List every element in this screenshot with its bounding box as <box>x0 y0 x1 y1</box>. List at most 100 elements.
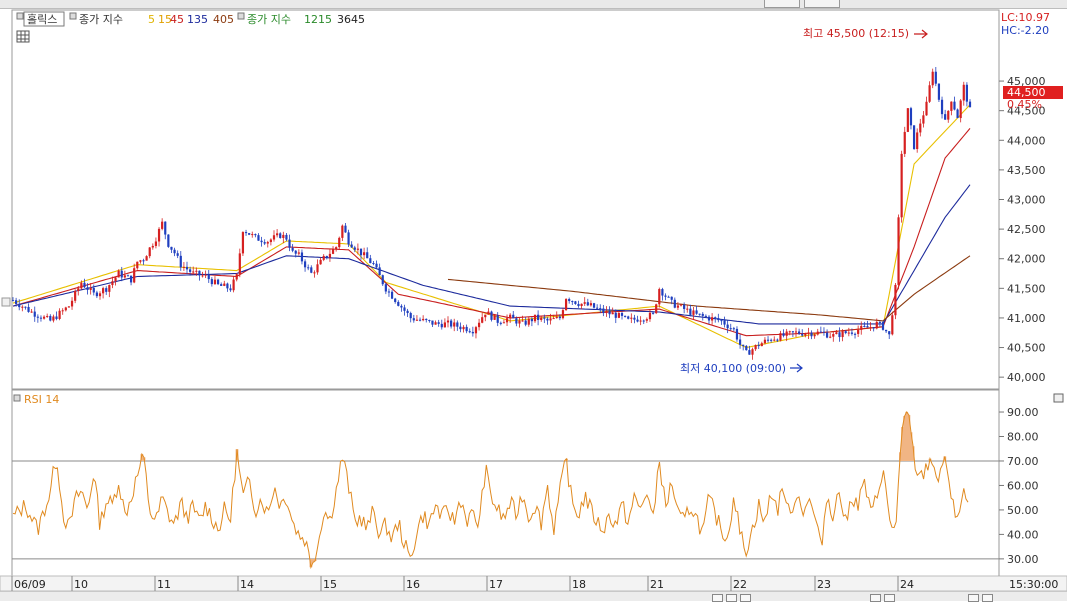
candle-body <box>742 344 745 346</box>
candle-body <box>633 317 636 320</box>
candle-body <box>679 304 683 306</box>
candle-body <box>474 327 478 334</box>
candle-body <box>394 298 397 302</box>
buy-button[interactable] <box>764 0 800 8</box>
candle-body <box>937 83 941 100</box>
candle-body <box>819 331 822 333</box>
toolbar-button[interactable] <box>870 594 881 602</box>
candle-body <box>198 270 201 276</box>
date-tick-label: 16 <box>406 578 420 591</box>
candle-body <box>207 274 210 280</box>
candle-body <box>568 299 571 302</box>
candle-body <box>335 247 338 250</box>
vol-long-period-1: 1215 <box>304 13 332 26</box>
candle-body <box>950 101 953 111</box>
candle-body <box>791 331 794 333</box>
candle-body <box>437 322 440 324</box>
candle-body <box>310 267 313 273</box>
candle-body <box>244 232 248 234</box>
candle-body <box>962 84 965 101</box>
toolbar-button[interactable] <box>712 594 723 602</box>
candle-body <box>409 313 412 319</box>
candle-body <box>928 85 931 102</box>
candle-body <box>692 310 695 315</box>
rsi-panel-menu-icon[interactable] <box>1053 393 1064 403</box>
candle-body <box>235 274 238 280</box>
candle-body <box>456 322 459 327</box>
price-tick-label: 40,000 <box>1007 371 1046 384</box>
candle-body <box>760 343 763 347</box>
candle-body <box>139 260 142 262</box>
candle-body <box>204 274 207 276</box>
rsi-tick-label: 70.00 <box>1007 455 1039 468</box>
candle-body <box>431 320 434 325</box>
candle-body <box>763 339 767 344</box>
candle-body <box>766 339 770 341</box>
candle-body <box>720 320 723 322</box>
candle-body <box>959 100 962 119</box>
candle-body <box>639 320 642 322</box>
price-panel[interactable] <box>11 9 1000 390</box>
candle-body <box>418 319 422 321</box>
candle-body <box>477 322 481 328</box>
hc-label: HC:-2.20 <box>1001 24 1049 37</box>
toolbar-button[interactable] <box>740 594 751 602</box>
candle-body <box>294 250 297 254</box>
grid-toggle-icon[interactable] <box>16 30 30 43</box>
chart-area[interactable]: 홀릭스 종가 지수 5 15 45 135 405 종가 지수 1215 364… <box>0 8 1067 591</box>
candle-body <box>745 345 748 351</box>
candle-body <box>596 307 599 309</box>
candle-body <box>627 316 630 319</box>
toolbar-button[interactable] <box>968 594 979 602</box>
candle-body <box>729 328 732 330</box>
candle-body <box>148 247 151 257</box>
candle-body <box>735 328 739 340</box>
candle-body <box>891 315 894 335</box>
rsi-tick-label: 40.00 <box>1007 528 1039 541</box>
candle-body <box>307 267 310 269</box>
candle-body <box>754 344 757 350</box>
candle-body <box>807 332 810 334</box>
candle-body <box>406 310 409 314</box>
candle-body <box>546 318 549 321</box>
candle-body <box>381 275 384 285</box>
vol-long-period-2: 3645 <box>337 13 365 26</box>
candle-body <box>390 291 394 299</box>
candle-body <box>888 331 891 335</box>
toolbar-button[interactable] <box>982 594 993 602</box>
candle-body <box>129 275 133 283</box>
candle-body <box>24 306 27 308</box>
candle-body <box>282 234 285 238</box>
candle-body <box>89 287 92 290</box>
rsi-tick-label: 30.00 <box>1007 553 1039 566</box>
candle-body <box>894 284 897 316</box>
candle-body <box>655 304 658 314</box>
toolbar-button[interactable] <box>884 594 895 602</box>
candle-body <box>164 221 167 235</box>
candle-body <box>776 339 779 341</box>
candle-body <box>922 115 925 124</box>
candle-body <box>92 287 95 293</box>
candle-body <box>52 316 55 321</box>
legend-box-icon <box>16 12 24 20</box>
candle-body <box>229 288 232 291</box>
candle-body <box>673 299 676 308</box>
rsi-panel[interactable] <box>11 389 1000 577</box>
candle-body <box>331 249 335 254</box>
candle-body <box>297 252 300 254</box>
candle-body <box>446 320 450 323</box>
candle-body <box>279 233 282 238</box>
candle-body <box>102 288 105 294</box>
candle-body <box>552 318 555 320</box>
sell-button[interactable] <box>804 0 840 8</box>
candle-body <box>816 331 819 335</box>
toolbar-button[interactable] <box>726 594 737 602</box>
candle-body <box>325 255 328 258</box>
candle-body <box>108 285 111 292</box>
left-scroll-handle[interactable] <box>1 297 11 307</box>
candle-body <box>117 270 120 278</box>
candle-body <box>841 331 844 338</box>
candle-body <box>773 339 776 341</box>
candle-body <box>900 153 903 218</box>
candle-body <box>254 234 257 236</box>
